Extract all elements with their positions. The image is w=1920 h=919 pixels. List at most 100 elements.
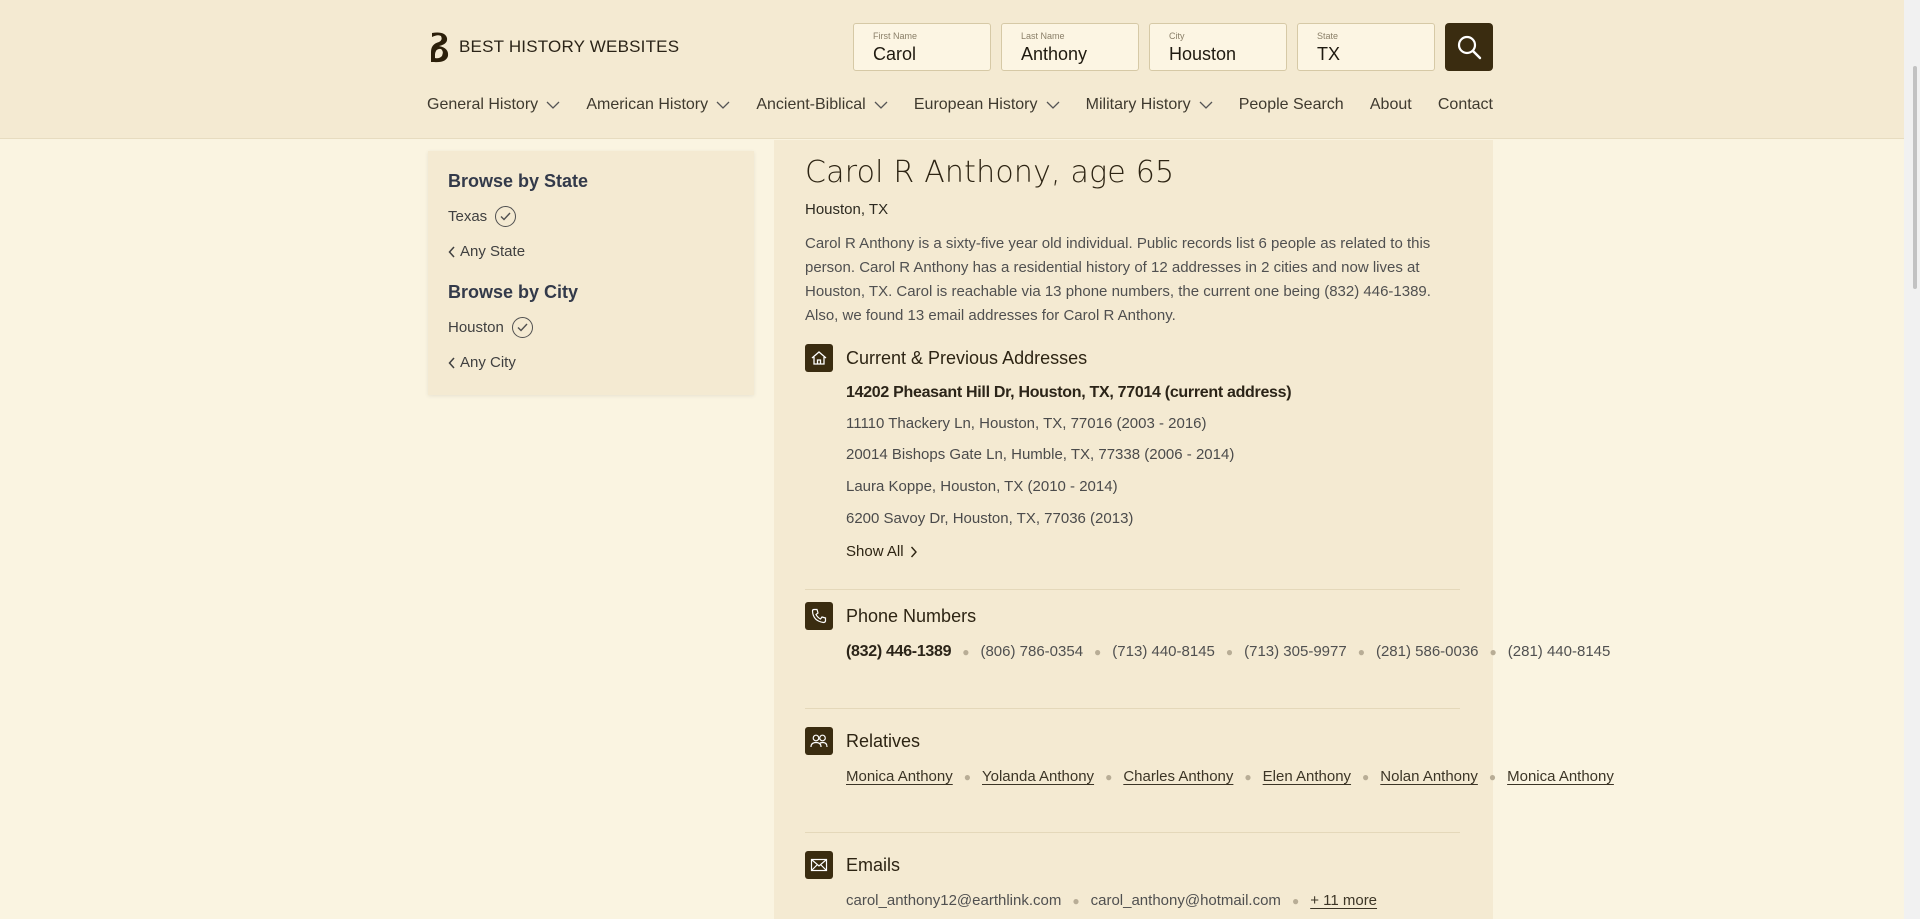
nav-ancient-biblical[interactable]: Ancient-Biblical: [756, 96, 888, 114]
bullet-separator: ●: [1225, 645, 1234, 659]
phone-item: (806) 786-0354: [980, 643, 1084, 660]
state-label: State: [1317, 31, 1339, 41]
city-field[interactable]: City Houston: [1149, 23, 1287, 71]
chevron-left-icon: [448, 245, 455, 258]
last-name-value[interactable]: Anthony: [1021, 43, 1138, 65]
bullet-separator: ●: [1291, 894, 1300, 908]
chevron-down-icon: [1046, 101, 1059, 109]
any-state-label: Any State: [460, 243, 526, 260]
chevron-down-icon: [1199, 101, 1213, 109]
nav-label: Military History: [1085, 96, 1191, 113]
nav-contact[interactable]: Contact: [1438, 96, 1493, 114]
relative-link[interactable]: Nolan Anthony: [1380, 768, 1478, 785]
selected-city-label: Houston: [448, 319, 504, 336]
relative-link[interactable]: Elen Anthony: [1263, 768, 1351, 785]
show-all-addresses-link[interactable]: Show All: [846, 543, 917, 560]
more-emails-link[interactable]: + 11 more: [1310, 892, 1377, 909]
relative-link[interactable]: Monica Anthony: [846, 768, 953, 785]
bullet-separator: ●: [1488, 770, 1497, 784]
nav-label: People Search: [1238, 96, 1344, 113]
search-button[interactable]: [1445, 23, 1493, 71]
last-name-label: Last Name: [1021, 31, 1065, 41]
first-name-field[interactable]: First Name Carol: [853, 23, 991, 71]
brand-name: BEST HISTORY WEBSITES: [459, 37, 680, 56]
relatives-list: Monica Anthony ● Yolanda Anthony ● Charles A…: [846, 765, 1614, 789]
address-item: 20014 Bishops Gate Ln, Humble, TX, 77338…: [846, 446, 1235, 463]
address-item: 6200 Savoy Dr, Houston, TX, 77036 (2013): [846, 510, 1134, 527]
any-state-link[interactable]: Any State: [448, 243, 734, 260]
section-divider: [805, 708, 1460, 709]
site-logo[interactable]: BEST HISTORY WEBSITES: [427, 30, 679, 64]
email-list: carol_anthony12@earthlink.com ● carol_anth…: [846, 889, 1436, 913]
people-icon: [805, 727, 833, 755]
phone-item-current: (832) 446-1389: [846, 643, 952, 660]
nav-european-history[interactable]: European History: [914, 96, 1060, 114]
check-icon: [511, 317, 533, 338]
browse-city-heading: Browse by City: [448, 282, 579, 302]
relative-link[interactable]: Yolanda Anthony: [982, 768, 1094, 785]
person-profile: Carol R Anthony, age 65 Houston, TX Caro…: [774, 140, 1614, 919]
bullet-separator: ●: [963, 770, 971, 784]
phone-list: (832) 446-1389 ● (806) 786-0354 ● (713) 440-…: [846, 640, 1610, 664]
site-header: BEST HISTORY WEBSITES First Name Carol L…: [0, 0, 1920, 139]
chevron-right-icon: [910, 546, 917, 557]
phones-title: Phone Numbers: [846, 606, 977, 626]
envelope-icon: [805, 851, 833, 879]
emails-title: Emails: [846, 855, 901, 875]
state-field[interactable]: State TX: [1297, 23, 1435, 71]
section-divider: [805, 832, 1460, 833]
chevron-down-icon: [546, 101, 560, 109]
browse-sidebar: Browse by State Texas Any State Browse b…: [428, 151, 754, 395]
address-item: Laura Koppe, Houston, TX (2010 - 2014): [846, 478, 1118, 495]
email-item: carol_anthony12@earthlink.com: [846, 892, 1062, 909]
relative-link[interactable]: Charles Anthony: [1123, 768, 1233, 785]
first-name-value[interactable]: Carol: [873, 43, 990, 65]
city-label: City: [1169, 31, 1185, 41]
browse-state-heading: Browse by State: [448, 171, 589, 191]
bullet-separator: ●: [1244, 770, 1252, 784]
selected-state[interactable]: Texas: [448, 206, 734, 227]
section-divider: [805, 589, 1460, 590]
check-icon: [495, 206, 517, 227]
phone-item: (713) 305-9977: [1244, 643, 1347, 660]
any-city-label: Any City: [460, 354, 516, 371]
nav-label: General History: [427, 96, 539, 113]
last-name-field[interactable]: Last Name Anthony: [1001, 23, 1139, 71]
nav-about[interactable]: About: [1370, 96, 1412, 114]
chevron-left-icon: [448, 356, 455, 369]
nav-military-history[interactable]: Military History: [1086, 96, 1213, 114]
city-value[interactable]: Houston: [1169, 43, 1286, 65]
selected-state-label: Texas: [448, 208, 488, 225]
nav-general-history[interactable]: General History: [427, 96, 560, 114]
bullet-separator: ●: [1072, 894, 1080, 908]
nav-label: European History: [913, 96, 1038, 113]
selected-city[interactable]: Houston: [448, 317, 734, 338]
nav-american-history[interactable]: American History: [586, 96, 730, 114]
search-icon: [1457, 35, 1482, 60]
email-item: carol_anthony@hotmail.com: [1090, 892, 1281, 909]
scrollbar-thumb[interactable]: [1913, 66, 1917, 289]
bullet-separator: ●: [1105, 770, 1113, 784]
current-address: 14202 Pheasant Hill Dr, Houston, TX, 770…: [846, 384, 1292, 401]
chevron-down-icon: [874, 101, 888, 109]
first-name-label: First Name: [873, 31, 918, 41]
person-description: Carol R Anthony is a sixty-five year old…: [805, 235, 1431, 324]
relative-link[interactable]: Monica Anthony: [1507, 768, 1614, 785]
nav-people-search[interactable]: People Search: [1239, 96, 1344, 114]
page-scrollbar[interactable]: [1904, 0, 1920, 919]
page-title: Carol R Anthony, age 65: [805, 155, 1175, 190]
phone-item: (281) 440-8145: [1507, 643, 1611, 660]
chevron-down-icon: [716, 101, 730, 109]
nav-label: Ancient-Biblical: [756, 96, 866, 113]
addresses-title: Current & Previous Addresses: [846, 348, 1088, 368]
bullet-separator: ●: [1094, 645, 1102, 659]
nav-label: Contact: [1437, 96, 1493, 113]
main-nav: General History American History Ancient…: [427, 96, 1493, 114]
any-city-link[interactable]: Any City: [448, 354, 734, 371]
phone-item: (713) 440-8145: [1112, 643, 1215, 660]
show-all-label: Show All: [846, 543, 904, 560]
bullet-separator: ●: [1362, 770, 1370, 784]
nav-label: About: [1369, 96, 1412, 113]
relatives-title: Relatives: [846, 731, 921, 751]
state-value[interactable]: TX: [1317, 43, 1434, 65]
